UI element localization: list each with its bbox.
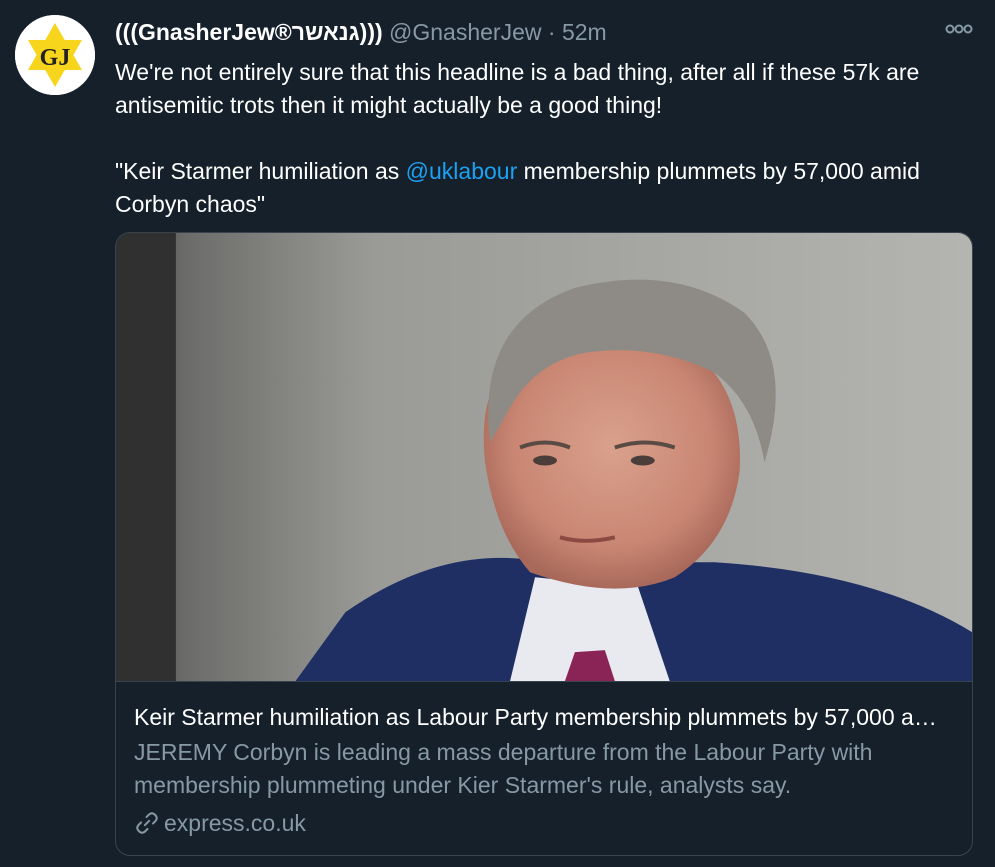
timestamp[interactable]: 52m	[562, 19, 607, 45]
link-card[interactable]: Keir Starmer humiliation as Labour Party…	[115, 232, 973, 856]
avatar-initials: GJ	[40, 45, 71, 71]
link-icon	[136, 812, 158, 834]
card-description: JEREMY Corbyn is leading a mass departur…	[134, 739, 873, 798]
tweet-body: We're not entirely sure that this headli…	[115, 59, 920, 118]
avatar[interactable]: GJ	[15, 15, 95, 95]
tweet-text: We're not entirely sure that this headli…	[115, 56, 975, 221]
mention-link[interactable]: @uklabour	[406, 158, 518, 184]
quote-prefix: "Keir Starmer humiliation as	[115, 158, 406, 184]
card-body: Keir Starmer humiliation as Labour Party…	[116, 682, 972, 838]
more-options-icon[interactable]	[945, 20, 973, 41]
tweet-header: (((GnasherJew®גנאשר))) @GnasherJew · 52m	[115, 17, 935, 47]
separator-dot: ·	[547, 19, 556, 45]
tweet-quote: "Keir Starmer humiliation as @uklabour m…	[115, 155, 975, 221]
article-photo	[116, 233, 972, 682]
card-domain-label: express.co.uk	[164, 810, 306, 836]
star-of-david-icon: GJ	[15, 15, 95, 95]
card-domain[interactable]: express.co.uk	[134, 808, 954, 838]
handle[interactable]: @GnasherJew	[389, 19, 541, 45]
display-name[interactable]: (((GnasherJew®גנאשר)))	[115, 19, 383, 45]
tweet[interactable]: GJ (((GnasherJew®גנאשר))) @GnasherJew · …	[0, 0, 995, 867]
card-title[interactable]: Keir Starmer humiliation as Labour Party…	[134, 702, 954, 732]
